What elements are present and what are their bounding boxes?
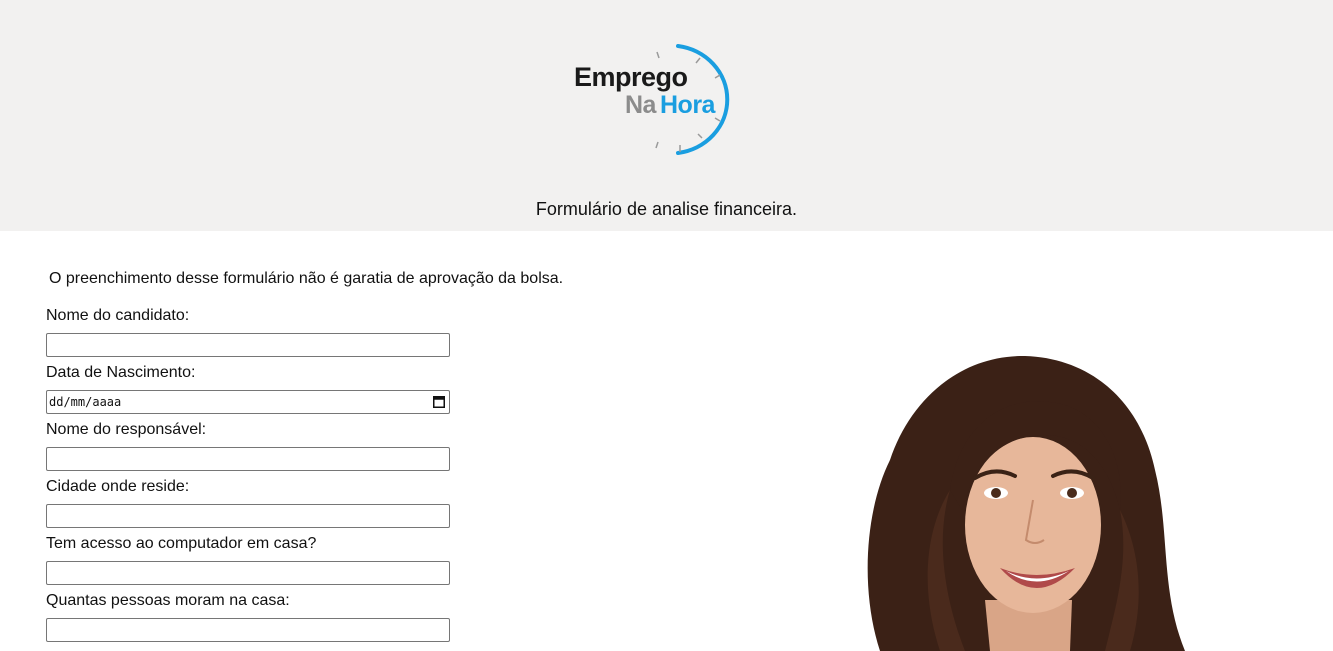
birth-date-placeholder: dd/mm/aaaa xyxy=(49,395,122,409)
household-size-label: Quantas pessoas moram na casa: xyxy=(46,592,290,609)
city-input[interactable] xyxy=(46,504,450,528)
city-label: Cidade onde reside: xyxy=(46,478,190,495)
guardian-name-input[interactable] xyxy=(46,447,450,471)
calendar-icon[interactable] xyxy=(433,395,445,408)
emprego-na-hora-logo: Emprego Na Hora xyxy=(560,38,750,158)
woman-photo xyxy=(867,355,1185,651)
logo-text-na: Na xyxy=(625,91,656,119)
birth-date-label: Data de Nascimento: xyxy=(46,364,196,381)
household-size-input[interactable] xyxy=(46,618,450,642)
guardian-name-label: Nome do responsável: xyxy=(46,421,207,438)
page-title: Formulário de analise financeira. xyxy=(535,199,798,219)
page-header: Emprego Na Hora Formulário de analise fi… xyxy=(0,0,1333,231)
candidate-name-label: Nome do candidato: xyxy=(46,307,190,324)
computer-access-input[interactable] xyxy=(46,561,450,585)
birth-date-input[interactable]: dd/mm/aaaa xyxy=(46,390,450,414)
disclaimer-text: O preenchimento desse formulário não é g… xyxy=(49,270,564,287)
candidate-name-input[interactable] xyxy=(46,333,450,357)
logo-text-emprego: Emprego xyxy=(574,62,688,92)
logo-text-hora: Hora xyxy=(660,91,715,119)
computer-access-label: Tem acesso ao computador em casa? xyxy=(46,535,317,552)
